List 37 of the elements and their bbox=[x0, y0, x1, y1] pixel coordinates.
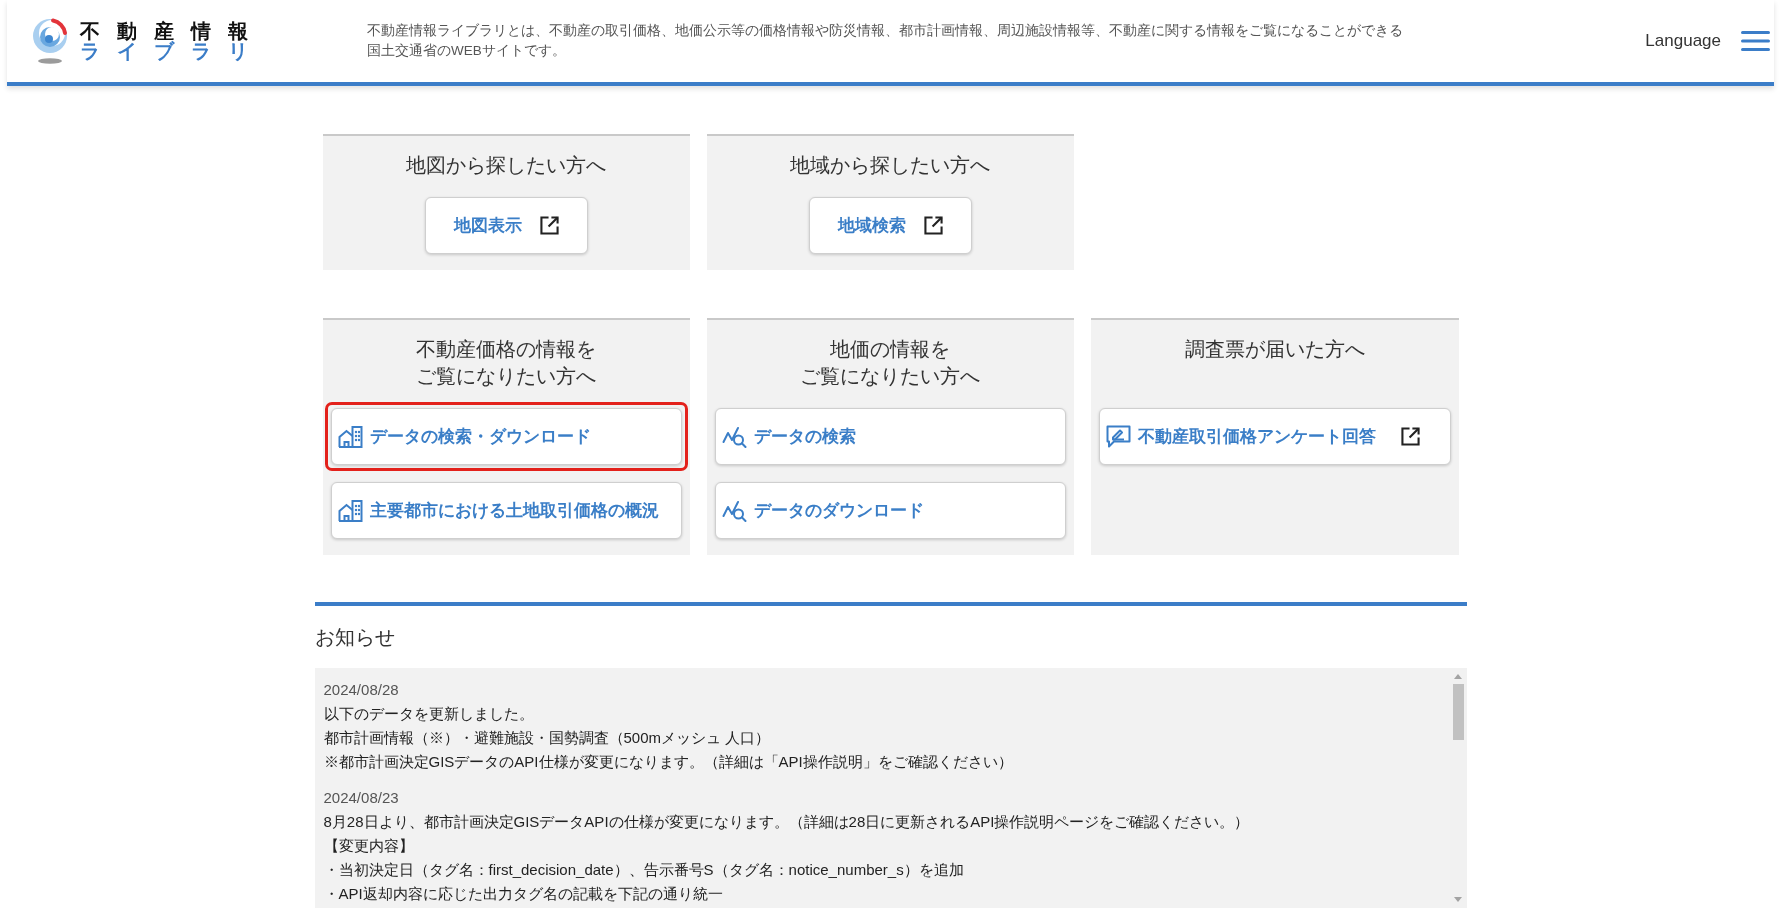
notice-text: 8月28日より、都市計画決定GISデータAPIの仕様が変更になります。（詳細は28日に更新されるAPI操作説明ページをご確認ください。） bbox=[323, 812, 1250, 832]
notice-date: 2024/08/23 bbox=[323, 788, 399, 808]
chart-magnifier-icon bbox=[721, 499, 747, 522]
notice-date: 2024/08/28 bbox=[323, 680, 399, 700]
link-button[interactable]: 不動産取引価格アンケート回答 bbox=[1099, 408, 1451, 465]
panel-title: 地域から探したい方へ bbox=[790, 153, 991, 178]
house-building-icon bbox=[337, 425, 363, 448]
menu-icon bbox=[1741, 31, 1770, 51]
notice-text: 都市計画情報（※）・避難施設・国勢調査（500mメッシュ 人口） bbox=[323, 728, 771, 748]
panel-title: 不動産価格の情報を ご覧になりたい方へ bbox=[416, 337, 597, 389]
house-building-icon bbox=[337, 499, 363, 522]
section-heading: お知らせ bbox=[314, 625, 395, 650]
language-link[interactable]: Language bbox=[1645, 28, 1721, 54]
notice-text: 【変更内容】 bbox=[323, 836, 414, 856]
link-button[interactable]: 地図表示 bbox=[424, 197, 588, 254]
scrollbar-thumb[interactable] bbox=[1452, 684, 1464, 740]
panel-title: 地価の情報を ご覧になりたい方へ bbox=[800, 337, 981, 389]
notice-text: ・当初決定日（タグ名：first_decision_date）、告示番号S（タグ名：notice_number_s）を追加 bbox=[323, 860, 964, 880]
notice-text: ・API返却内容に応じた出力タグ名の記載を下記の通り統一 bbox=[323, 884, 723, 904]
link-button[interactable]: データのダウンロード bbox=[714, 482, 1067, 539]
menu-button[interactable] bbox=[1741, 29, 1770, 53]
logo-subtitle: ライブラリ bbox=[80, 41, 265, 61]
site-description: 不動産情報ライブラリとは、不動産の取引価格、地価公示等の価格情報や防災情報、都市計画情報、周辺施設情報等、不動産に関する情報をご覧になることができる 国土交通省のWEBサイトです。 bbox=[367, 22, 1404, 60]
logo-title: 不動産情報 bbox=[80, 21, 265, 41]
speech-bubble-pen-icon bbox=[1106, 425, 1132, 448]
notice-text: ※都市計画決定GISデータのAPI仕様が変更になります。（詳細は「API操作説明」をご確認ください） bbox=[323, 752, 1013, 772]
link-button[interactable]: データの検索・ダウンロード bbox=[330, 408, 682, 465]
link-button[interactable]: データの検索 bbox=[714, 408, 1067, 465]
notice-text: 以下のデータを更新しました。 bbox=[323, 704, 534, 724]
scroll-down-icon[interactable] bbox=[1454, 897, 1462, 902]
panel-title: 調査票が届いた方へ bbox=[1184, 337, 1365, 362]
scroll-up-icon[interactable] bbox=[1454, 674, 1462, 679]
chart-magnifier-icon bbox=[721, 425, 747, 448]
link-button[interactable]: 主要都市における土地取引価格の概況 bbox=[330, 482, 682, 539]
link-button[interactable]: 地域検索 bbox=[809, 197, 972, 254]
panel-title: 地図から探したい方へ bbox=[406, 153, 607, 178]
logo-icon bbox=[32, 18, 68, 64]
